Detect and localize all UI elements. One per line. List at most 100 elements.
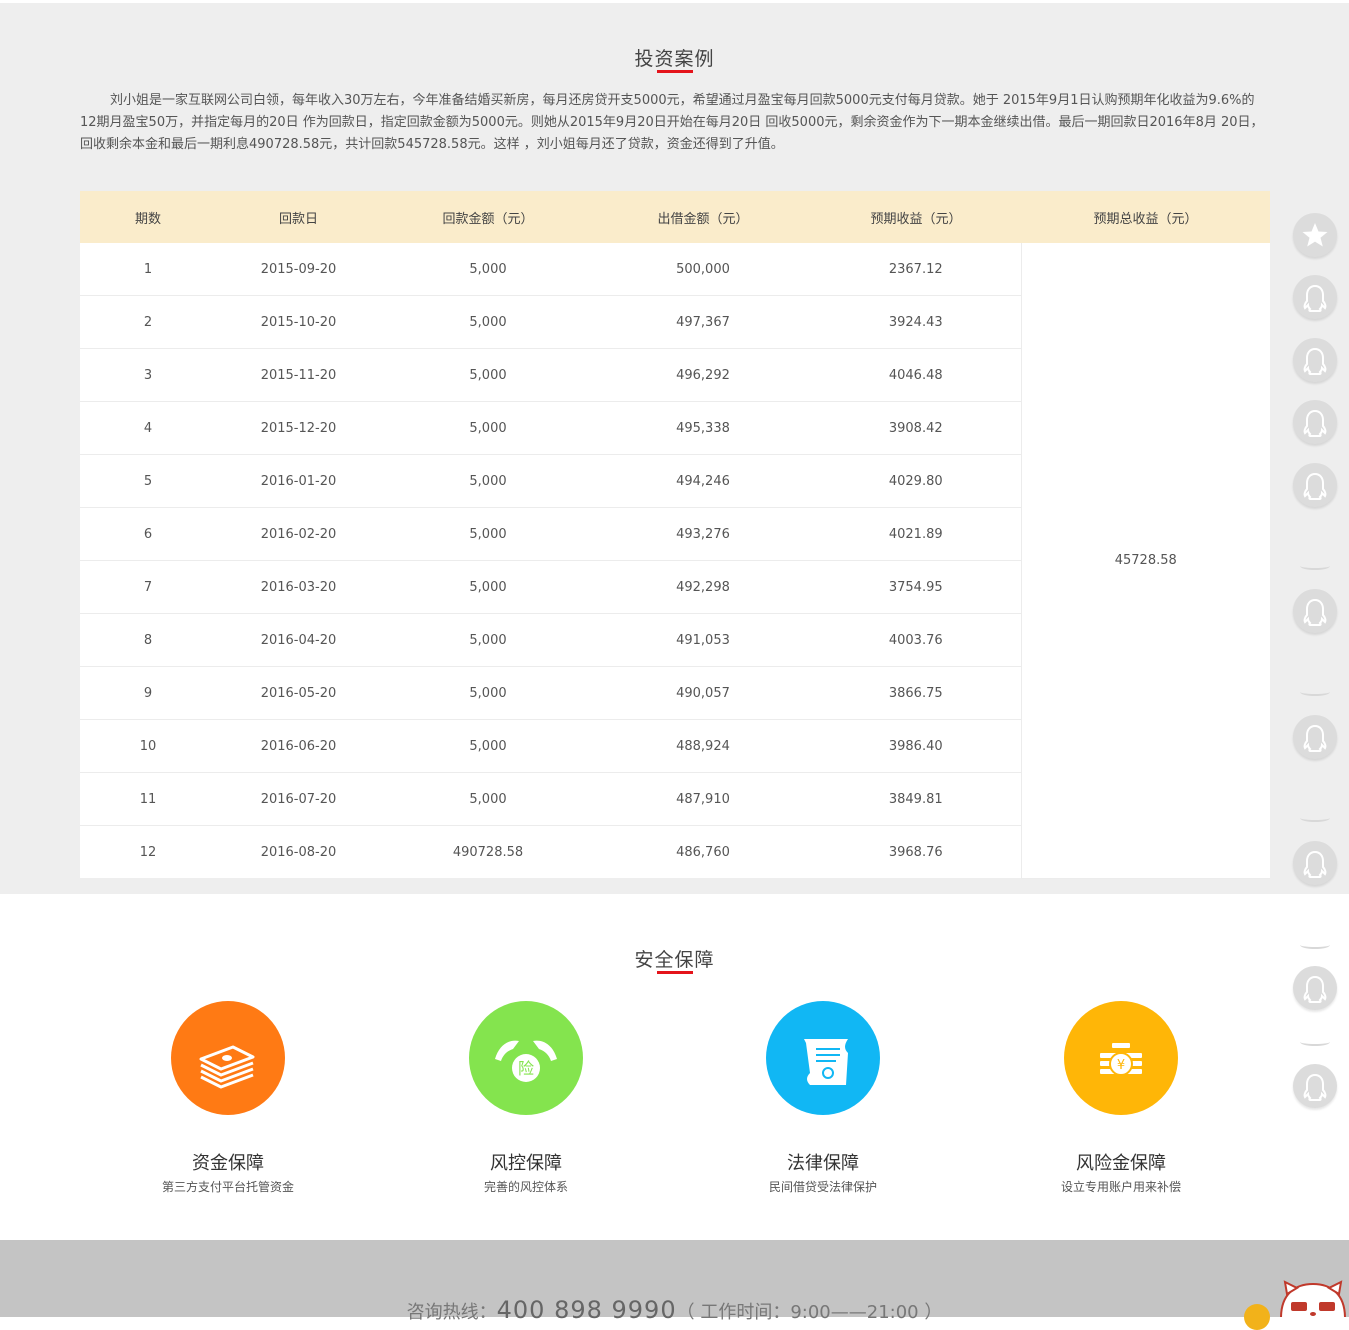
cell-period: 11 — [80, 772, 216, 826]
qq-icon — [1303, 850, 1327, 878]
cell-repay-amount: 5,000 — [381, 348, 595, 402]
feature-risk-control: 险 风控保障 完善的风控体系 — [406, 1001, 646, 1196]
header-period: 期数 — [80, 191, 216, 243]
cell-repay-date: 2015-12-20 — [216, 401, 381, 455]
cell-expected-income: 3924.43 — [811, 295, 1021, 349]
mascot-icon[interactable] — [1277, 1278, 1349, 1317]
cell-expected-income: 3986.40 — [811, 719, 1021, 773]
cell-period: 12 — [80, 825, 216, 878]
feature-subtitle: 设立专用账户用来补偿 — [1060, 1180, 1181, 1194]
qq-icon — [1303, 1073, 1327, 1101]
shield-hands-icon: 险 — [469, 1001, 583, 1115]
cell-period: 6 — [80, 507, 216, 561]
feature-legal-protection: 法律保障 民间借贷受法律保护 — [703, 1001, 943, 1196]
cell-repay-date: 2016-06-20 — [216, 719, 381, 773]
cell-repay-amount: 5,000 — [381, 295, 595, 349]
case-description: 刘小姐是一家互联网公司白领，每年收入30万左右，今年准备结婚买新房，每月还房贷开… — [80, 93, 1264, 152]
qq-service-button-7[interactable] — [1293, 841, 1337, 885]
floating-sidebar — [1292, 210, 1338, 1120]
cell-repay-date: 2015-09-20 — [216, 243, 381, 296]
qq-icon — [1303, 347, 1327, 375]
qq-icon — [1303, 598, 1327, 626]
cell-repay-amount: 5,000 — [381, 719, 595, 773]
cell-repay-date: 2016-07-20 — [216, 772, 381, 826]
security-section-title: 安全保障 — [634, 949, 715, 971]
cell-repay-amount: 490728.58 — [381, 825, 595, 878]
sidebar-separator — [1300, 1038, 1330, 1046]
cell-expected-income: 2367.12 — [811, 243, 1021, 296]
case-section-title: 投资案例 — [634, 48, 715, 70]
qq-service-button-2[interactable] — [1293, 338, 1337, 382]
cell-period: 2 — [80, 295, 216, 349]
hotline-number[interactable]: 400 898 9990 — [497, 1296, 677, 1324]
cell-lend-amount: 491,053 — [595, 613, 811, 667]
qq-icon — [1303, 284, 1327, 312]
title-underline — [657, 70, 693, 73]
favorite-button[interactable] — [1293, 213, 1337, 257]
cell-lend-amount: 496,292 — [595, 348, 811, 402]
cell-period: 9 — [80, 666, 216, 720]
qq-service-button-8[interactable] — [1293, 966, 1337, 1010]
table-row: 1 2015-09-20 5,000 500,000 2367.12 45728.58 — [80, 243, 1270, 879]
cell-period: 4 — [80, 401, 216, 455]
cell-repay-amount: 5,000 — [381, 401, 595, 455]
money-stack-icon — [171, 1001, 285, 1115]
cell-lend-amount: 487,910 — [595, 772, 811, 826]
feature-title: 风险金保障 — [1076, 1153, 1166, 1174]
cell-lend-amount: 494,246 — [595, 454, 811, 508]
qq-service-button-9[interactable] — [1293, 1064, 1337, 1108]
star-icon — [1302, 223, 1328, 247]
qq-icon — [1303, 724, 1327, 752]
working-hours: （ 工作时间：9:00——21:00 ） — [676, 1302, 943, 1323]
qq-service-button-3[interactable] — [1293, 400, 1337, 444]
cell-period: 8 — [80, 613, 216, 667]
cell-repay-date: 2016-04-20 — [216, 613, 381, 667]
cell-lend-amount: 497,367 — [595, 295, 811, 349]
feature-title: 风控保障 — [490, 1153, 562, 1174]
qq-icon — [1303, 472, 1327, 500]
cell-repay-amount: 5,000 — [381, 454, 595, 508]
feature-subtitle: 民间借贷受法律保护 — [768, 1180, 877, 1194]
cell-expected-income: 3754.95 — [811, 560, 1021, 614]
qq-service-button-1[interactable] — [1293, 275, 1337, 319]
cell-expected-income: 3866.75 — [811, 666, 1021, 720]
sidebar-separator — [1300, 562, 1330, 570]
cell-expected-income: 4046.48 — [811, 348, 1021, 402]
cell-lend-amount: 486,760 — [595, 825, 811, 878]
cell-period: 7 — [80, 560, 216, 614]
cell-lend-amount: 493,276 — [595, 507, 811, 561]
cell-repay-date: 2016-08-20 — [216, 825, 381, 878]
cell-lend-amount: 488,924 — [595, 719, 811, 773]
qq-icon — [1303, 975, 1327, 1003]
header-total-income: 预期总收益（元） — [1021, 191, 1270, 243]
qq-service-button-6[interactable] — [1293, 715, 1337, 759]
cell-repay-date: 2016-05-20 — [216, 666, 381, 720]
coin-icon-text: ¥ — [1117, 1058, 1125, 1073]
risk-icon-text: 险 — [518, 1059, 534, 1078]
cell-repay-date: 2015-10-20 — [216, 295, 381, 349]
cell-repay-date: 2015-11-20 — [216, 348, 381, 402]
header-repay-date: 回款日 — [216, 191, 381, 243]
sidebar-separator — [1300, 688, 1330, 696]
cell-repay-date: 2016-02-20 — [216, 507, 381, 561]
hotline-bar: 咨询热线：400 898 9990（ 工作时间：9:00——21:00 ） — [0, 1297, 1349, 1326]
cell-repay-amount: 5,000 — [381, 613, 595, 667]
qq-service-button-4[interactable] — [1293, 463, 1337, 507]
qq-icon — [1303, 409, 1327, 437]
investment-case-section: 投资案例 刘小姐是一家互联网公司白领，每年收入30万左右，今年准备结婚买新房，每… — [0, 0, 1349, 1108]
cell-expected-income: 3849.81 — [811, 772, 1021, 826]
cell-period: 3 — [80, 348, 216, 402]
cell-expected-income: 3968.76 — [811, 825, 1021, 878]
cell-expected-income: 4021.89 — [811, 507, 1021, 561]
coin-stack-icon: ¥ — [1064, 1001, 1178, 1115]
title-underline — [657, 971, 693, 974]
cell-period: 10 — [80, 719, 216, 773]
sidebar-separator — [1300, 814, 1330, 822]
hotline-label: 咨询热线： — [406, 1302, 497, 1323]
repayment-table: 期数 回款日 回款金额（元） 出借金额（元） 预期收益（元） 预期总收益（元） … — [80, 191, 1270, 879]
cell-repay-amount: 5,000 — [381, 243, 595, 296]
qq-service-button-5[interactable] — [1293, 589, 1337, 633]
cell-repay-amount: 5,000 — [381, 772, 595, 826]
cell-lend-amount: 490,057 — [595, 666, 811, 720]
cell-lend-amount: 500,000 — [595, 243, 811, 296]
